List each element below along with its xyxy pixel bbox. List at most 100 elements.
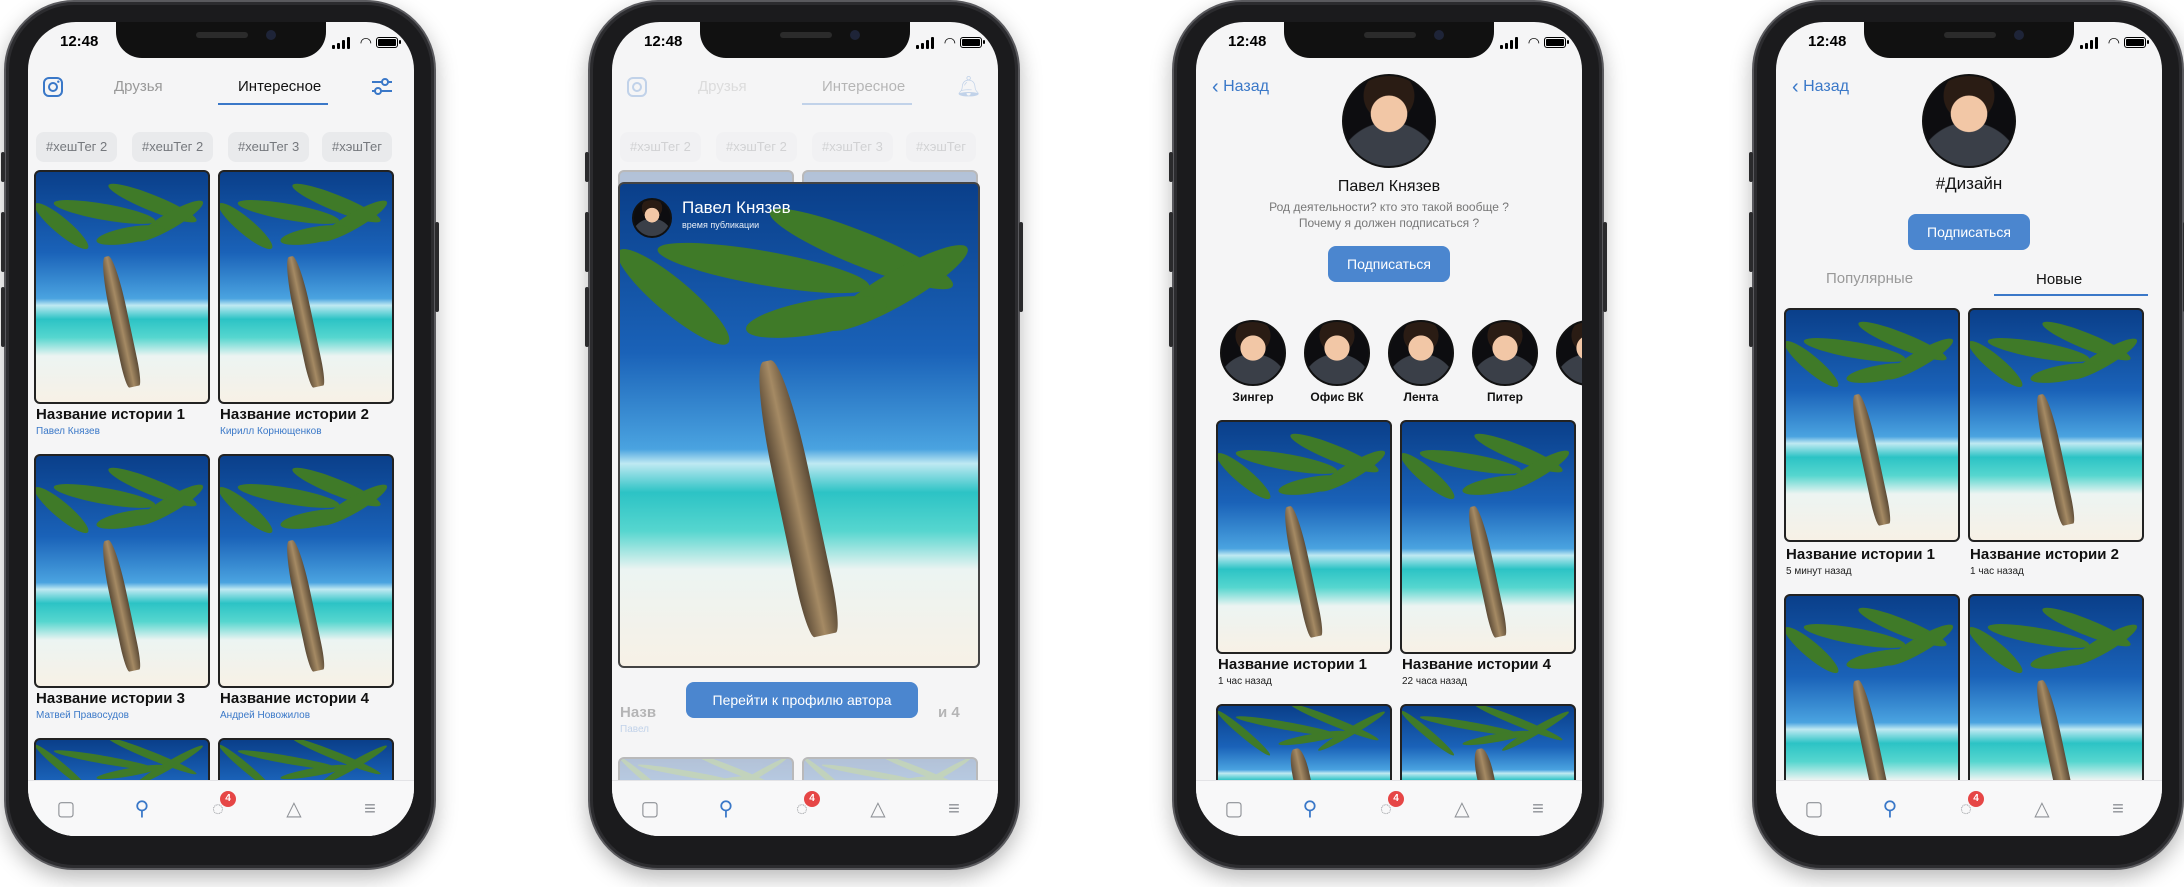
wifi-icon: ◠ <box>2107 34 2120 50</box>
story-author[interactable]: Матвей Правосудов <box>36 710 129 721</box>
story-image[interactable] <box>218 170 394 404</box>
hashtag-chip[interactable]: #хешТег 3 <box>228 132 310 162</box>
menu-icon[interactable]: ≡ <box>2106 797 2130 821</box>
signal-icon <box>916 37 934 49</box>
story-image[interactable] <box>1968 308 2144 542</box>
unread-badge: 4 <box>804 791 820 807</box>
palm-frond <box>279 505 350 534</box>
story-title[interactable]: Название истории 3 <box>36 690 185 707</box>
palm-frond <box>95 221 166 250</box>
bottom-tab-bar: ▢ ⚲ ◌ 4 △ ≡ <box>1776 780 2162 836</box>
story-title[interactable]: Название истории 2 <box>1970 546 2119 563</box>
story-title[interactable]: Название истории 1 <box>36 406 185 423</box>
hashtag-chip: #хэшТег 2 <box>620 132 701 162</box>
story-image[interactable] <box>34 170 210 404</box>
hashtag-chip: #хэшТег <box>906 132 976 162</box>
filter-icon[interactable] <box>370 76 394 98</box>
collection-avatar[interactable] <box>1220 320 1286 386</box>
bell-icon[interactable]: △ <box>282 797 306 821</box>
story-title: Назв <box>620 704 657 721</box>
collection-avatar[interactable] <box>1556 320 1582 386</box>
story-time: 1 час назад <box>1970 566 2024 577</box>
wifi-icon: ◠ <box>359 34 372 50</box>
author-avatar[interactable] <box>632 198 672 238</box>
tab-underline <box>802 103 912 105</box>
hashtag-chip[interactable]: #хешТег 2 <box>36 132 118 162</box>
search-icon[interactable]: ⚲ <box>714 797 738 821</box>
search-icon[interactable]: ⚲ <box>1878 797 1902 821</box>
hashtag-chip: #хэшТег 3 <box>812 132 893 162</box>
collection-label[interactable]: Зингер <box>1218 390 1288 404</box>
story-title[interactable]: Название истории 4 <box>220 690 369 707</box>
back-label: Назад <box>1803 78 1849 95</box>
back-button[interactable]: ‹ Назад <box>1792 76 1849 99</box>
story-image[interactable] <box>1784 308 1960 542</box>
screen-author-profile: 12:48 ◠ ‹ Назад Павел Князев Род деятель… <box>1196 22 1582 836</box>
status-time: 12:48 <box>60 33 99 50</box>
palm-trunk <box>748 356 842 638</box>
story-author[interactable]: Кирилл Корнющенков <box>220 426 322 437</box>
go-to-author-profile-button[interactable]: Перейти к профилю автора <box>686 682 918 718</box>
collection-label[interactable]: Питер <box>1470 390 1540 404</box>
collection-avatar[interactable] <box>1472 320 1538 386</box>
search-icon[interactable]: ⚲ <box>130 797 154 821</box>
tab-interesting[interactable]: Интересное <box>238 78 321 95</box>
status-bar: 12:48 ◠ <box>1196 32 1582 54</box>
subscribe-button[interactable]: Подписаться <box>1908 214 2030 250</box>
messages-icon[interactable]: ◌ 4 <box>206 791 236 821</box>
menu-icon[interactable]: ≡ <box>1526 797 1550 821</box>
palm-trunk <box>1847 392 1893 527</box>
story-image[interactable] <box>218 454 394 688</box>
hashtag-chip[interactable]: #хешТег 2 <box>132 132 214 162</box>
palm-trunk <box>97 538 143 673</box>
story-title[interactable]: Название истории 4 <box>1402 656 1551 673</box>
camera-icon <box>627 77 647 97</box>
hashtag-title: #Дизайн <box>1935 174 2003 193</box>
story-title[interactable]: Название истории 1 <box>1218 656 1367 673</box>
status-time: 12:48 <box>644 33 683 50</box>
story-author[interactable]: Андрей Новожилов <box>220 710 310 721</box>
subscribe-button[interactable]: Подписаться <box>1328 246 1450 282</box>
battery-icon <box>960 37 985 48</box>
menu-icon[interactable]: ≡ <box>942 797 966 821</box>
tab-friends[interactable]: Друзья <box>114 78 163 95</box>
story-image[interactable] <box>1216 420 1392 654</box>
author-name[interactable]: Павел Князев <box>682 198 791 218</box>
camera-icon[interactable] <box>42 76 64 98</box>
author-description: Почему я должен подписаться ? <box>1298 216 1480 230</box>
home-icon[interactable]: ▢ <box>54 797 78 821</box>
story-image[interactable] <box>34 454 210 688</box>
bell-icon[interactable]: △ <box>1450 797 1474 821</box>
bottom-tab-bar: ▢ ⚲ ◌ 4 △ ≡ <box>1196 780 1582 836</box>
collection-label[interactable]: Офис ВК <box>1302 390 1372 404</box>
battery-icon <box>376 37 401 48</box>
collection-label[interactable]: Чт <box>1554 390 1583 404</box>
messages-icon[interactable]: ◌ 4 <box>1374 791 1404 821</box>
story-title[interactable]: Название истории 1 <box>1786 546 1935 563</box>
palm-frond <box>1845 645 1916 674</box>
collection-avatar[interactable] <box>1388 320 1454 386</box>
home-icon[interactable]: ▢ <box>638 797 662 821</box>
status-bar: 12:48 ◠ <box>1776 32 2162 54</box>
tab-new[interactable]: Новые <box>2036 271 2082 288</box>
collection-label[interactable]: Лента <box>1386 390 1456 404</box>
search-icon[interactable]: ⚲ <box>1298 797 1322 821</box>
bell-icon[interactable]: △ <box>866 797 890 821</box>
palm-frond <box>1277 471 1348 500</box>
home-icon[interactable]: ▢ <box>1222 797 1246 821</box>
story-image[interactable] <box>1400 420 1576 654</box>
wifi-icon: ◠ <box>943 34 956 50</box>
story-title[interactable]: Название истории 2 <box>220 406 369 423</box>
story-author[interactable]: Павел Князев <box>36 426 100 437</box>
palm-trunk <box>2031 392 2077 527</box>
menu-icon[interactable]: ≡ <box>358 797 382 821</box>
bell-icon[interactable]: △ <box>2030 797 2054 821</box>
hashtag-chip[interactable]: #хэшТег <box>322 132 392 162</box>
messages-icon[interactable]: ◌ 4 <box>790 791 820 821</box>
back-button[interactable]: ‹ Назад <box>1212 76 1269 99</box>
story-preview-image[interactable] <box>618 182 980 668</box>
collection-avatar[interactable] <box>1304 320 1370 386</box>
messages-icon[interactable]: ◌ 4 <box>1954 791 1984 821</box>
tab-popular[interactable]: Популярные <box>1826 270 1913 287</box>
home-icon[interactable]: ▢ <box>1802 797 1826 821</box>
